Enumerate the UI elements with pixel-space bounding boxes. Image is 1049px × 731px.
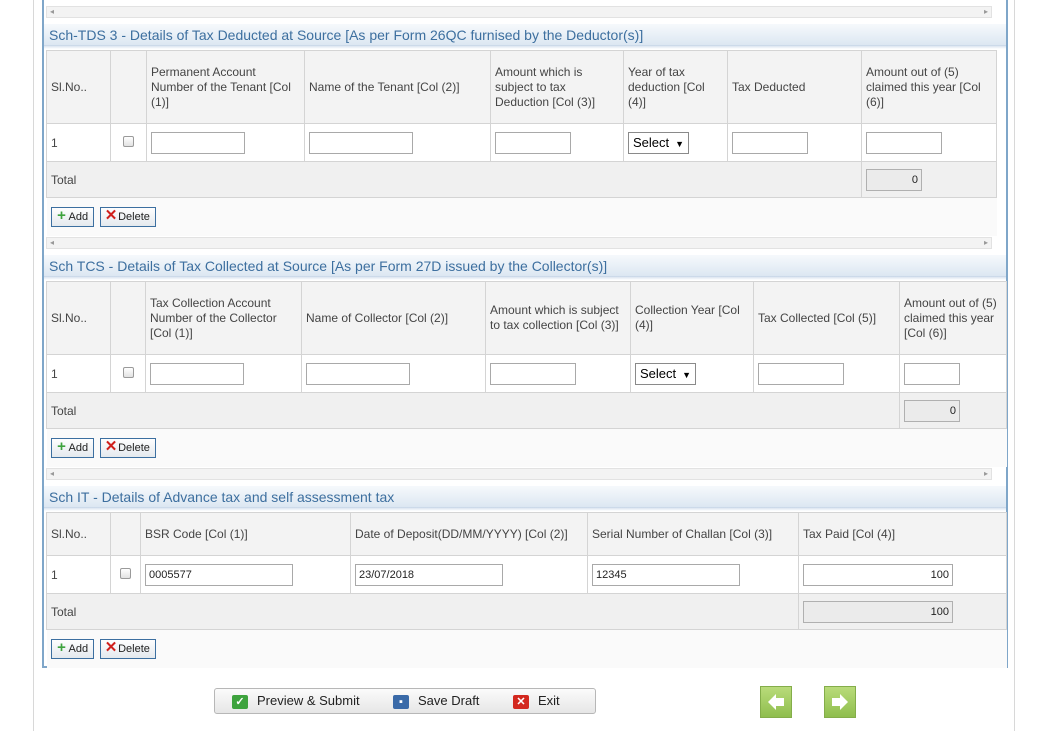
row-slno: 1 <box>46 123 111 162</box>
challan-serial-input[interactable] <box>592 563 740 586</box>
scroll-right-icon[interactable]: ▸ <box>984 238 988 248</box>
col-header-year: Year of tax deduction [Col (4)] <box>623 50 728 124</box>
tcs-table: Sl.No.. Tax Collection Account Number of… <box>46 281 1007 467</box>
year-select[interactable]: Select ▼ <box>628 131 690 154</box>
tds3-table: Sl.No.. Permanent Account Number of the … <box>46 50 997 236</box>
row-checkbox[interactable] <box>123 135 134 147</box>
horizontal-scrollbar-tcs[interactable]: ◂ ▸ <box>46 468 992 480</box>
col-header-check <box>110 281 146 355</box>
total-label: Total <box>46 593 799 630</box>
col-header-tax-paid: Tax Paid [Col (4)] <box>798 512 1007 556</box>
row-slno: 1 <box>46 555 111 594</box>
section-title-it: Sch IT - Details of Advance tax and self… <box>44 486 1006 511</box>
delete-x-icon: ✕ <box>104 437 118 455</box>
horizontal-scrollbar-tds3[interactable]: ◂ ▸ <box>46 237 992 249</box>
section-title-tds3: Sch-TDS 3 - Details of Tax Deducted at S… <box>44 24 1006 49</box>
total-label: Total <box>46 161 862 198</box>
table-row: 1 Select ▼ <box>46 354 1007 393</box>
row-checkbox[interactable] <box>120 567 131 579</box>
total-tax-paid-field <box>803 600 953 623</box>
plus-icon: + <box>57 638 66 656</box>
arrow-left-icon <box>768 694 784 710</box>
col-header-tenant-name: Name of the Tenant [Col (2)] <box>304 50 491 124</box>
table-row: 1 <box>46 555 1007 594</box>
row-slno: 1 <box>46 354 111 393</box>
arrow-right-icon <box>832 694 848 710</box>
preview-submit-button[interactable]: ✓ Preview & Submit <box>232 689 360 713</box>
previous-page-button[interactable] <box>760 686 792 718</box>
tax-paid-input[interactable] <box>803 563 953 586</box>
col-header-tax-deducted: Tax Deducted <box>727 50 862 124</box>
amount-input[interactable] <box>495 131 571 154</box>
col-header-amount: Amount which is subject to tax Deduction… <box>490 50 624 124</box>
total-claimed-field <box>866 168 922 191</box>
scroll-right-icon[interactable]: ▸ <box>984 7 988 17</box>
col-header-date-of-deposit: Date of Deposit(DD/MM/YYYY) [Col (2)] <box>350 512 588 556</box>
scroll-left-icon[interactable]: ◂ <box>50 469 54 479</box>
next-page-button[interactable] <box>824 686 856 718</box>
form-container: ◂ ▸ Sch-TDS 3 - Details of Tax Deducted … <box>42 0 1008 668</box>
delete-x-icon: ✕ <box>104 206 118 224</box>
table-row: 1 Select ▼ <box>46 123 997 162</box>
col-header-bsr-code: BSR Code [Col (1)] <box>140 512 351 556</box>
save-draft-button[interactable]: ▪ Save Draft <box>393 689 479 713</box>
row-checkbox[interactable] <box>122 366 134 378</box>
tan-input[interactable] <box>150 362 244 385</box>
delete-x-icon: ✕ <box>104 638 118 656</box>
exit-x-icon: ✕ <box>513 694 529 709</box>
col-header-amount: Amount which is subject to tax collectio… <box>485 281 631 355</box>
horizontal-scrollbar-top[interactable]: ◂ ▸ <box>46 6 992 18</box>
chevron-down-icon: ▼ <box>675 138 685 149</box>
collector-name-input[interactable] <box>306 362 410 385</box>
tenant-name-input[interactable] <box>309 131 413 154</box>
col-header-slno: Sl.No.. <box>46 281 111 355</box>
collection-year-select[interactable]: Select ▼ <box>635 362 697 385</box>
bsr-code-input[interactable] <box>145 563 293 586</box>
delete-button[interactable]: ✕Delete <box>100 437 156 458</box>
col-header-claimed: Amount out of (5) claimed this year [Col… <box>861 50 997 124</box>
check-icon: ✓ <box>232 694 248 709</box>
col-header-collector-name: Name of Collector [Col (2)] <box>301 281 486 355</box>
it-table: Sl.No.. BSR Code [Col (1)] Date of Depos… <box>46 512 1007 668</box>
col-header-check <box>110 50 147 124</box>
col-header-slno: Sl.No.. <box>46 512 111 556</box>
delete-button[interactable]: ✕Delete <box>100 638 156 659</box>
amount-input[interactable] <box>490 362 576 385</box>
tax-collected-input[interactable] <box>758 362 844 385</box>
col-header-check <box>110 512 141 556</box>
scroll-left-icon[interactable]: ◂ <box>50 7 54 17</box>
scroll-right-icon[interactable]: ▸ <box>984 469 988 479</box>
claimed-input[interactable] <box>866 131 942 154</box>
tax-deducted-input[interactable] <box>732 131 808 154</box>
action-toolbar: ✓ Preview & Submit ▪ Save Draft ✕ Exit <box>214 688 596 714</box>
plus-icon: + <box>57 206 66 224</box>
col-header-tan: Tax Collection Account Number of the Col… <box>145 281 302 355</box>
exit-button[interactable]: ✕ Exit <box>513 689 560 713</box>
col-header-pan: Permanent Account Number of the Tenant [… <box>146 50 305 124</box>
date-of-deposit-input[interactable] <box>355 563 503 586</box>
total-claimed-field <box>904 399 960 422</box>
claimed-input[interactable] <box>904 362 960 385</box>
col-header-claimed: Amount out of (5) claimed this year [Col… <box>899 281 1007 355</box>
chevron-down-icon: ▼ <box>682 369 692 380</box>
add-button[interactable]: + Add <box>50 206 95 227</box>
section-title-tcs: Sch TCS - Details of Tax Collected at So… <box>44 255 1006 280</box>
delete-button[interactable]: ✕Delete <box>100 206 156 227</box>
total-label: Total <box>46 392 900 429</box>
floppy-icon: ▪ <box>393 694 409 709</box>
pan-input[interactable] <box>151 131 245 154</box>
col-header-slno: Sl.No.. <box>46 50 111 124</box>
col-header-collection-year: Collection Year [Col (4)] <box>630 281 754 355</box>
scroll-left-icon[interactable]: ◂ <box>50 238 54 248</box>
col-header-challan-serial: Serial Number of Challan [Col (3)] <box>587 512 799 556</box>
add-button[interactable]: + Add <box>50 638 95 659</box>
add-button[interactable]: + Add <box>50 437 95 458</box>
plus-icon: + <box>57 437 66 455</box>
col-header-tax-collected: Tax Collected [Col (5)] <box>753 281 900 355</box>
